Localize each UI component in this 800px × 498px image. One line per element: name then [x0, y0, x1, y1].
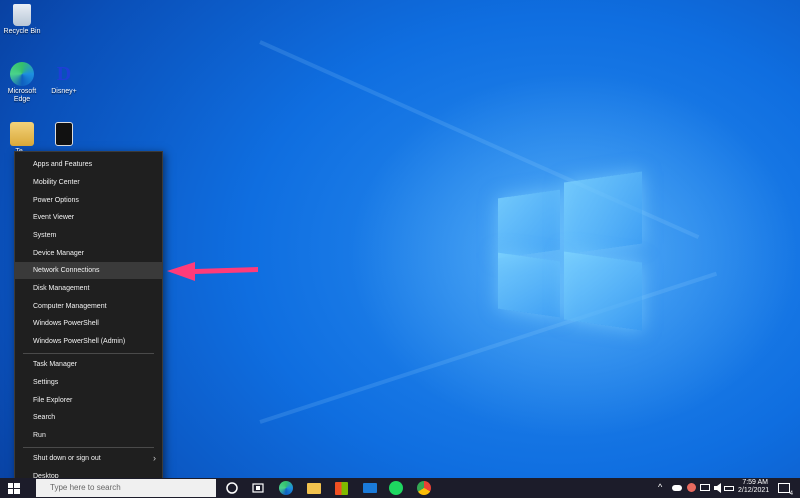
menu-item-file-explorer[interactable]: File Explorer — [15, 392, 162, 409]
notification-center-button[interactable]: 4 — [776, 480, 796, 497]
taskbar-edge[interactable] — [278, 480, 294, 496]
clock-date: 2/12/2021 — [738, 487, 770, 494]
menu-item-label: Shut down or sign out — [33, 455, 101, 462]
taskbar: Type here to search ^ 7:59 AM 2/12/2021 … — [0, 478, 800, 498]
menu-item-search[interactable]: Search — [15, 409, 162, 426]
menu-item-device-manager[interactable]: Device Manager — [15, 245, 162, 262]
taskbar-spotify[interactable] — [388, 480, 404, 496]
tray-overflow-chevron-icon[interactable]: ^ — [658, 483, 662, 492]
menu-item-apps-features[interactable]: Apps and Features — [15, 156, 162, 173]
desktop-icon-recycle-bin[interactable]: Recycle Bin — [2, 4, 42, 36]
menu-item-power-options[interactable]: Power Options — [15, 192, 162, 209]
tray-onedrive-icon[interactable] — [672, 480, 684, 496]
taskbar-mail[interactable] — [362, 480, 378, 496]
menu-item-desktop[interactable]: Desktop — [15, 468, 162, 478]
menu-item-windows-powershell[interactable]: Windows PowerShell — [15, 315, 162, 332]
menu-item-shut-down-sign-out[interactable]: Shut down or sign out › — [15, 450, 162, 467]
mail-icon — [363, 483, 377, 493]
icon-label: Recycle Bin — [3, 28, 41, 35]
spotify-icon — [389, 481, 403, 495]
chrome-icon — [417, 481, 431, 495]
user-folder-icon — [10, 122, 34, 146]
windows-logo — [498, 171, 644, 331]
chevron-right-icon: › — [153, 453, 156, 463]
tray-network-icon[interactable] — [700, 480, 712, 496]
task-view-button[interactable] — [224, 480, 240, 496]
edge-icon — [10, 62, 34, 86]
menu-item-disk-management[interactable]: Disk Management — [15, 280, 162, 297]
menu-item-event-viewer[interactable]: Event Viewer — [15, 209, 162, 226]
desktop-icon-edge[interactable]: Microsoft Edge — [2, 62, 42, 104]
cortana-circle-icon — [226, 482, 238, 494]
taskview-icon-button[interactable] — [250, 480, 266, 496]
menu-separator — [23, 353, 154, 354]
taskbar-chrome[interactable] — [416, 480, 432, 496]
pointer-arrow-annotation — [167, 262, 258, 281]
disney-plus-icon: D — [56, 63, 72, 85]
tray-battery-icon[interactable] — [724, 480, 736, 496]
light-beam — [259, 271, 718, 424]
taskbar-store[interactable] — [334, 480, 350, 496]
notification-count-badge: 4 — [789, 491, 793, 497]
menu-item-run[interactable]: Run — [15, 427, 162, 444]
recycle-bin-icon — [13, 4, 31, 26]
folder-icon — [307, 483, 321, 494]
menu-item-windows-powershell-admin[interactable]: Windows PowerShell (Admin) — [15, 333, 162, 350]
tray-meet-icon[interactable] — [687, 480, 699, 496]
clock-time: 7:59 AM — [742, 479, 768, 486]
clock[interactable]: 7:59 AM 2/12/2021 — [738, 479, 770, 495]
menu-item-mobility-center[interactable]: Mobility Center — [15, 174, 162, 191]
desktop-icon-app[interactable] — [44, 122, 84, 148]
menu-separator — [23, 447, 154, 448]
icon-label: Disney+ — [51, 88, 77, 95]
notification-icon: 4 — [778, 483, 793, 497]
taskbar-search-input[interactable]: Type here to search — [36, 479, 216, 497]
edge-icon — [279, 481, 293, 495]
app-shortcut-icon — [55, 122, 73, 146]
menu-item-system[interactable]: System — [15, 227, 162, 244]
taskbar-file-explorer[interactable] — [306, 480, 322, 496]
windows-start-icon — [8, 483, 20, 494]
desktop-icon-disney-plus[interactable]: D Disney+ — [44, 62, 84, 96]
desktop[interactable]: Recycle Bin Microsoft Edge D Disney+ Te.… — [0, 0, 800, 478]
start-button[interactable] — [6, 480, 22, 496]
menu-item-computer-management[interactable]: Computer Management — [15, 298, 162, 315]
winx-context-menu: Apps and Features Mobility Center Power … — [14, 151, 163, 478]
search-placeholder: Type here to search — [50, 483, 121, 492]
icon-label: Microsoft Edge — [7, 88, 37, 103]
menu-item-settings[interactable]: Settings — [15, 374, 162, 391]
menu-item-network-connections[interactable]: Network Connections — [15, 262, 162, 279]
task-view-icon — [252, 483, 264, 493]
store-bag-icon — [335, 482, 348, 495]
menu-item-task-manager[interactable]: Task Manager — [15, 356, 162, 373]
